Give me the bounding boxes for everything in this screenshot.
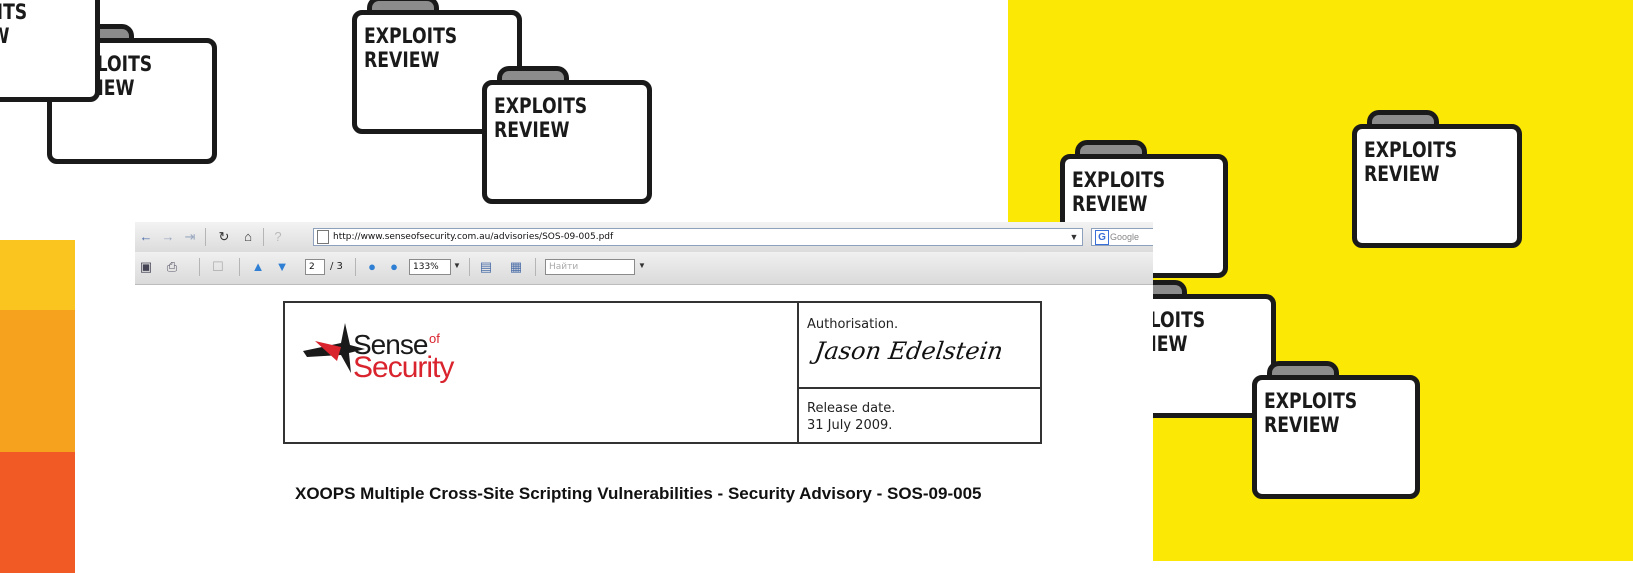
toolbar-separator bbox=[355, 258, 356, 276]
last-page-icon[interactable]: ⇥ bbox=[181, 228, 199, 246]
signature: Jason Edelstein bbox=[813, 337, 1005, 365]
page-number-input[interactable]: 2 bbox=[305, 259, 325, 275]
url-text: http://www.senseofsecurity.com.au/adviso… bbox=[333, 232, 614, 242]
folder-label: EXPLOITSREVIEW bbox=[1072, 168, 1166, 216]
toolbar-separator bbox=[263, 228, 264, 246]
folder-icon: EXPLOITSREVIEW bbox=[1252, 361, 1420, 499]
advisory-title: XOOPS Multiple Cross-Site Scripting Vuln… bbox=[295, 484, 982, 503]
home-icon[interactable]: ⌂ bbox=[239, 228, 257, 246]
zoom-dropdown-icon[interactable]: ▼ bbox=[453, 261, 461, 270]
stripe-red-orange bbox=[0, 452, 75, 573]
stripe-yellow bbox=[0, 240, 75, 310]
toolbar-separator bbox=[535, 258, 536, 276]
forward-icon[interactable]: → bbox=[159, 228, 177, 246]
pdf-toolbar: ▣ ⎙ ☐ ▲ ▼ 2 / 3 ● ● 133% ▼ ▤ ▦ Найти ▼ bbox=[135, 252, 1153, 285]
comment-icon[interactable]: ☐ bbox=[209, 258, 227, 276]
toolbar-separator bbox=[199, 258, 200, 276]
browser-window: ← → ⇥ ↻ ⌂ ? http://www.senseofsecurity.c… bbox=[135, 222, 1153, 573]
print-icon[interactable]: ⎙ bbox=[163, 258, 181, 276]
table-divider bbox=[797, 303, 799, 442]
release-date-label: Release date. bbox=[807, 401, 896, 416]
fit-width-icon[interactable]: ▦ bbox=[507, 258, 525, 276]
search-engine-label: Google bbox=[1110, 232, 1140, 242]
back-icon[interactable]: ← bbox=[137, 228, 155, 246]
logo-of: of bbox=[429, 331, 440, 346]
stripe-orange bbox=[0, 310, 75, 452]
folder-label: EXPLOITSREVIEW bbox=[494, 94, 588, 142]
zoom-out-icon[interactable]: ● bbox=[363, 258, 381, 276]
address-bar[interactable]: http://www.senseofsecurity.com.au/adviso… bbox=[313, 228, 1083, 246]
zoom-in-icon[interactable]: ● bbox=[385, 258, 403, 276]
google-icon: G bbox=[1095, 230, 1109, 245]
pdf-page: Sense of Security Authorisation. Jason E… bbox=[135, 285, 1153, 573]
help-icon[interactable]: ? bbox=[269, 228, 287, 246]
toolbar-separator bbox=[205, 228, 206, 246]
address-dropdown-icon[interactable]: ▼ bbox=[1065, 228, 1083, 246]
folder-label: EXPLOITSREVIEW bbox=[0, 0, 28, 48]
navigation-toolbar: ← → ⇥ ↻ ⌂ ? http://www.senseofsecurity.c… bbox=[135, 222, 1153, 253]
folder-icon: EXPLOITSREVIEW bbox=[482, 66, 652, 204]
page-total: / 3 bbox=[330, 261, 343, 272]
folder-label: EXPLOITSREVIEW bbox=[1264, 389, 1358, 437]
folder-label: EXPLOITSREVIEW bbox=[1364, 138, 1458, 186]
folder-icon: EXPLOITSREVIEW bbox=[0, 0, 100, 102]
zoom-level-select[interactable]: 133% bbox=[409, 259, 451, 275]
sense-of-security-logo: Sense of Security bbox=[301, 317, 501, 387]
find-dropdown-icon[interactable]: ▼ bbox=[638, 261, 646, 270]
reload-icon[interactable]: ↻ bbox=[215, 228, 233, 246]
toolbar-separator bbox=[239, 258, 240, 276]
save-icon[interactable]: ▣ bbox=[137, 258, 155, 276]
page-icon bbox=[317, 230, 329, 244]
logo-security: Security bbox=[353, 351, 454, 384]
advisory-header-table: Sense of Security Authorisation. Jason E… bbox=[283, 301, 1042, 444]
next-page-icon[interactable]: ▼ bbox=[273, 258, 291, 276]
fit-page-icon[interactable]: ▤ bbox=[477, 258, 495, 276]
folder-icon: EXPLOITSREVIEW bbox=[1352, 110, 1522, 248]
release-date-value: 31 July 2009. bbox=[807, 418, 893, 433]
table-divider bbox=[797, 387, 1042, 389]
previous-page-icon[interactable]: ▲ bbox=[249, 258, 267, 276]
toolbar-separator bbox=[469, 258, 470, 276]
find-input[interactable]: Найти bbox=[545, 259, 635, 275]
authorisation-label: Authorisation. bbox=[807, 317, 899, 332]
folder-label: EXPLOITSREVIEW bbox=[364, 24, 458, 72]
